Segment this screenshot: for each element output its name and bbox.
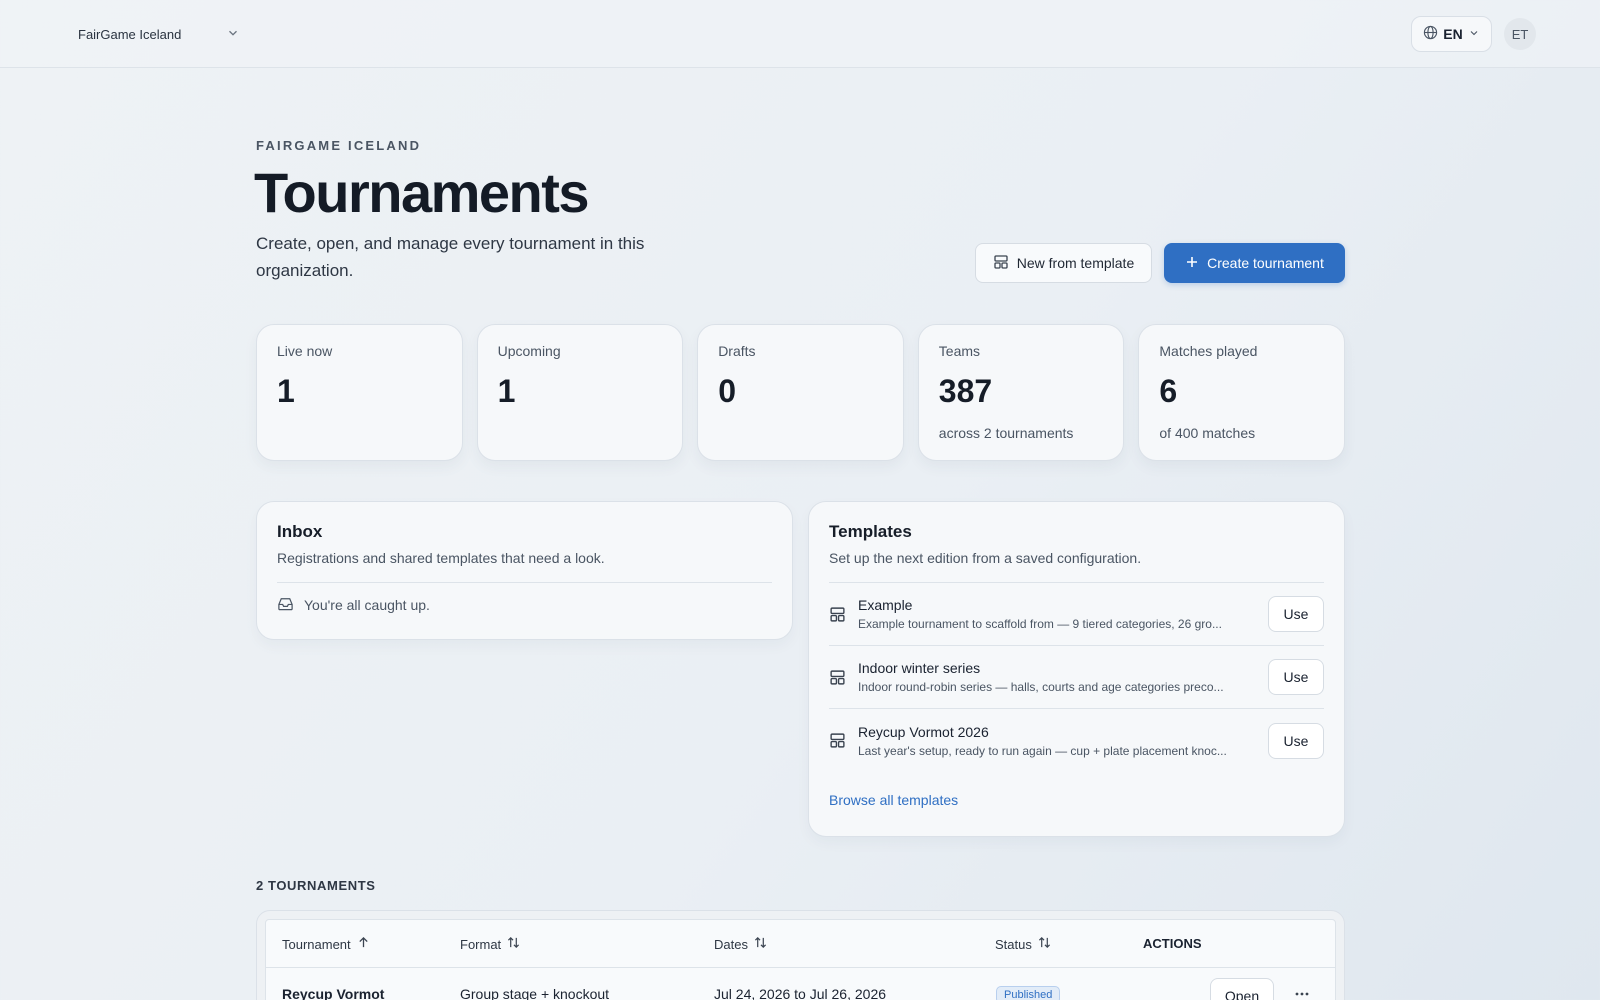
org-switcher[interactable]: FairGame Iceland xyxy=(78,22,240,46)
inbox-panel: Inbox Registrations and shared templates… xyxy=(256,501,793,640)
template-description: Last year's setup, ready to run again — … xyxy=(858,743,1227,758)
stat-card-live-now: Live now 1 xyxy=(256,324,463,461)
language-code: EN xyxy=(1443,26,1463,42)
page-title: Tournaments xyxy=(254,161,590,224)
create-tournament-label: Create tournament xyxy=(1207,255,1324,271)
chevron-down-icon xyxy=(226,26,240,43)
stat-label: Teams xyxy=(938,343,981,359)
table-header: Tournament Format Dates Status ACTIONS xyxy=(266,920,1335,968)
column-header-format[interactable]: Format xyxy=(460,936,520,952)
use-template-button[interactable]: Use xyxy=(1268,596,1324,632)
stat-value: 1 xyxy=(497,373,516,409)
tournament-dates: Jul 24, 2026 to Jul 26, 2026 xyxy=(714,986,887,1000)
sort-up-icon xyxy=(357,936,370,952)
sort-both-icon xyxy=(507,936,520,952)
new-from-template-label: New from template xyxy=(1016,255,1135,271)
stat-value: 387 xyxy=(938,373,993,409)
more-horizontal-icon xyxy=(1294,986,1310,1000)
new-from-template-button[interactable]: New from template xyxy=(975,243,1152,283)
template-description: Example tournament to scaffold from — 9 … xyxy=(858,617,1222,631)
template-icon xyxy=(993,254,1009,273)
globe-icon xyxy=(1423,25,1438,43)
column-header-actions: ACTIONS xyxy=(1143,936,1202,951)
stat-label: Live now xyxy=(277,343,333,359)
template-item: Example Example tournament to scaffold f… xyxy=(829,583,1324,646)
stat-card-teams: Teams 387 across 2 tournaments xyxy=(917,324,1125,461)
user-avatar[interactable]: ET xyxy=(1504,18,1536,50)
stat-value: 1 xyxy=(277,373,295,409)
column-header-dates[interactable]: Dates xyxy=(714,936,767,952)
template-item: Reycup Vormot 2026 Last year's setup, re… xyxy=(829,709,1324,772)
more-actions-button[interactable] xyxy=(1290,986,1314,1000)
tournament-name[interactable]: Reycup Vormot xyxy=(282,986,384,1000)
inbox-description: Registrations and shared templates that … xyxy=(277,550,605,566)
template-list: Example Example tournament to scaffold f… xyxy=(829,582,1324,772)
use-template-button[interactable]: Use xyxy=(1268,659,1324,695)
status-badge: Published xyxy=(996,986,1061,1000)
template-icon xyxy=(829,669,846,686)
open-tournament-button[interactable]: Open xyxy=(1210,978,1274,1000)
templates-title: Templates xyxy=(829,522,912,541)
stat-value: 6 xyxy=(1159,373,1178,409)
inbox-empty-message: You're all caught up. xyxy=(304,597,430,613)
page-subtitle: Create, open, and manage every tournamen… xyxy=(256,234,645,280)
inbox-empty-state: You're all caught up. xyxy=(277,595,772,615)
org-switcher-label: FairGame Iceland xyxy=(78,26,182,42)
stat-label: Upcoming xyxy=(497,343,561,359)
stat-note: of 400 matches xyxy=(1159,425,1256,441)
column-label: Tournament xyxy=(282,936,351,952)
tournament-count: 2 TOURNAMENTS xyxy=(256,878,376,893)
template-description: Indoor round-robin series — halls, court… xyxy=(858,680,1224,694)
stat-card-matches-played: Matches played 6 of 400 matches xyxy=(1138,324,1345,461)
language-selector[interactable]: EN xyxy=(1411,16,1492,52)
inbox-tray-icon xyxy=(277,595,294,615)
tournaments-table: Tournament Format Dates Status ACTIONS R… xyxy=(265,919,1336,1000)
create-tournament-button[interactable]: Create tournament xyxy=(1164,243,1345,283)
templates-panel: Templates Set up the next edition from a… xyxy=(808,501,1345,837)
stat-label: Matches played xyxy=(1159,343,1258,359)
divider xyxy=(277,582,772,583)
template-name: Reycup Vormot 2026 xyxy=(858,723,989,740)
stat-note: across 2 tournaments xyxy=(938,425,1074,441)
org-eyebrow: FAIRGAME ICELAND xyxy=(256,138,422,153)
browse-all-templates-link[interactable]: Browse all templates xyxy=(829,792,958,808)
top-bar: FairGame Iceland EN ET xyxy=(0,0,1600,68)
column-label: Dates xyxy=(714,936,748,952)
column-header-status[interactable]: Status xyxy=(995,936,1051,952)
inbox-title: Inbox xyxy=(277,522,323,541)
stat-label: Drafts xyxy=(718,343,756,359)
plus-icon xyxy=(1185,255,1199,272)
template-item: Indoor winter series Indoor round-robin … xyxy=(829,646,1324,709)
template-name: Example xyxy=(858,597,913,613)
use-template-button[interactable]: Use xyxy=(1268,722,1324,759)
template-icon xyxy=(829,732,846,749)
tournament-format: Group stage + knockout xyxy=(460,986,610,1000)
template-name: Indoor winter series xyxy=(858,660,981,676)
tournaments-table-container: Tournament Format Dates Status ACTIONS R… xyxy=(256,910,1345,1000)
column-label: Status xyxy=(995,936,1032,952)
stat-value: 0 xyxy=(718,373,736,409)
stat-card-upcoming: Upcoming 1 xyxy=(476,324,684,461)
column-header-tournament[interactable]: Tournament xyxy=(282,936,370,952)
column-label: Format xyxy=(460,936,502,952)
table-row[interactable]: Reycup Vormot Group stage + knockout Jul… xyxy=(266,968,1335,1000)
sort-both-icon xyxy=(1038,936,1051,952)
chevron-down-icon xyxy=(1468,26,1480,42)
sort-both-icon xyxy=(754,936,767,952)
templates-description: Set up the next edition from a saved con… xyxy=(829,550,1142,566)
stats-row: Live now 1 Upcoming 1 Drafts 0 Teams 387… xyxy=(256,324,1345,461)
stat-card-drafts: Drafts 0 xyxy=(697,324,904,461)
template-icon xyxy=(829,606,846,623)
